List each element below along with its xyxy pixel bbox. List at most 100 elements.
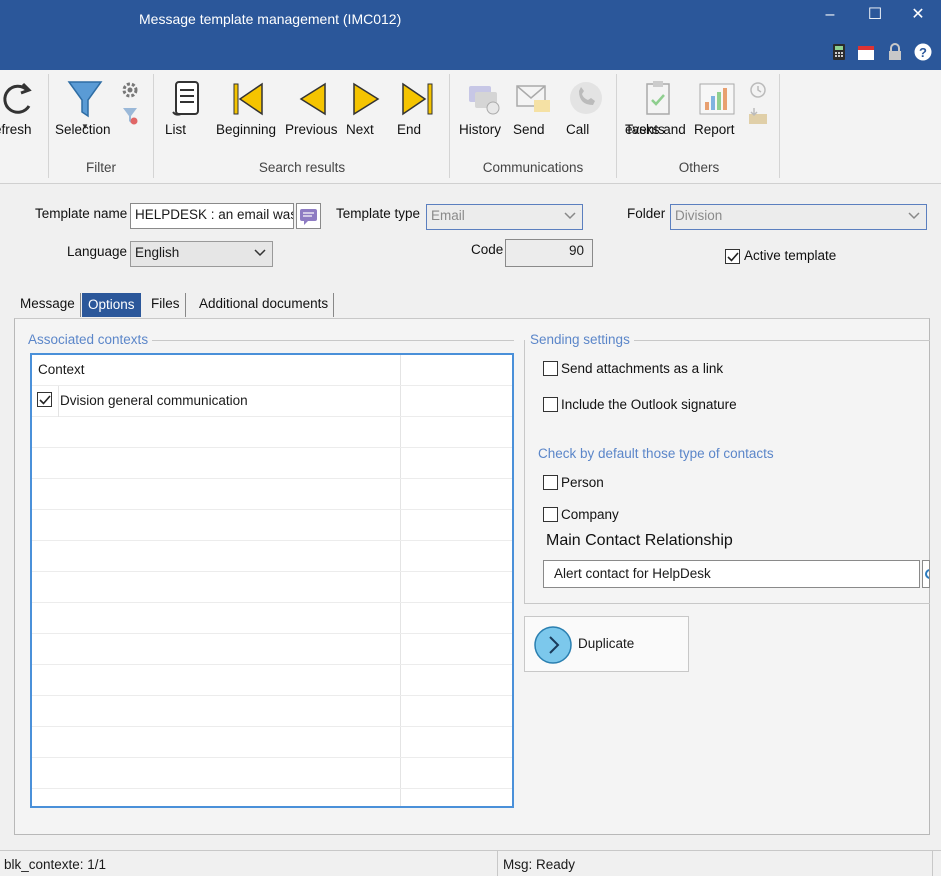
code-label: Code xyxy=(471,242,504,257)
others-group-label: Others xyxy=(678,160,720,175)
bar-chart-icon xyxy=(699,83,735,115)
table-row[interactable] xyxy=(32,758,512,789)
table-row[interactable] xyxy=(32,417,512,448)
envelope-icon xyxy=(516,85,550,112)
call-button[interactable]: Call xyxy=(566,76,606,137)
ribbon-separator xyxy=(153,74,154,178)
chevron-circle-right-icon xyxy=(534,626,572,664)
phone-icon xyxy=(570,82,602,114)
chevron-down-icon xyxy=(254,249,266,257)
selection-button[interactable]: Selection ▼ xyxy=(55,76,115,137)
active-template-checkbox[interactable] xyxy=(725,249,740,264)
previous-button[interactable]: Previous xyxy=(285,76,339,137)
calendar-icon[interactable] xyxy=(857,43,875,61)
table-row[interactable] xyxy=(32,479,512,510)
send-button[interactable]: Send xyxy=(513,76,555,137)
calculator-icon[interactable] xyxy=(830,43,848,61)
include-outlook-signature-checkbox[interactable] xyxy=(543,397,558,412)
translate-button[interactable] xyxy=(296,203,321,229)
folder-label: Folder xyxy=(627,206,666,221)
language-select[interactable]: English xyxy=(130,241,273,267)
filter-group-label: Filter xyxy=(86,160,116,175)
status-right: Msg: Ready xyxy=(503,857,576,872)
table-row[interactable] xyxy=(32,727,512,758)
table-row[interactable] xyxy=(32,603,512,634)
main-contact-relationship-label: Main Contact Relationship xyxy=(546,532,733,549)
send-attachments-link-checkbox[interactable] xyxy=(543,361,558,376)
table-row[interactable] xyxy=(32,634,512,665)
arrow-right-icon xyxy=(353,82,380,116)
history-button[interactable]: History xyxy=(459,76,507,137)
search-results-group-label: Search results xyxy=(258,160,346,175)
gear-icon[interactable] xyxy=(120,80,140,100)
end-button[interactable]: End xyxy=(397,76,439,137)
person-checkbox[interactable] xyxy=(543,475,558,490)
tasks-events-button[interactable]: Tasks and events xyxy=(625,76,691,137)
checkmark-icon xyxy=(39,395,51,405)
table-row[interactable] xyxy=(32,572,512,603)
inbox-tray-icon[interactable] xyxy=(747,106,769,126)
window-title: Message template management (IMC012) xyxy=(139,11,402,27)
folder-select[interactable]: Division xyxy=(670,204,927,230)
table-row[interactable] xyxy=(32,696,512,727)
send-attachments-link-label: Send attachments as a link xyxy=(561,361,724,376)
language-value: English xyxy=(135,245,180,260)
maximize-button[interactable]: ☐ xyxy=(860,4,890,26)
tab-files[interactable]: Files xyxy=(146,293,186,317)
active-template-label: Active template xyxy=(744,248,837,263)
status-divider xyxy=(497,851,498,876)
default-contacts-title: Check by default those type of contacts xyxy=(538,446,774,461)
table-row[interactable] xyxy=(32,510,512,541)
table-row[interactable] xyxy=(32,448,512,479)
funnel-icon xyxy=(67,81,103,118)
beginning-button[interactable]: Beginning xyxy=(216,76,280,137)
main-contact-lookup-button[interactable] xyxy=(922,560,930,588)
report-button[interactable]: Report xyxy=(694,76,740,137)
company-checkbox[interactable] xyxy=(543,507,558,522)
include-outlook-signature-label: Include the Outlook signature xyxy=(561,397,737,412)
duplicate-button[interactable]: Duplicate xyxy=(524,616,689,672)
context-row-checkbox[interactable] xyxy=(37,392,52,407)
tab-additional-documents[interactable]: Additional documents xyxy=(194,293,335,317)
template-name-input[interactable]: HELPDESK : an email was p xyxy=(130,203,294,229)
template-type-value: Email xyxy=(431,208,465,223)
table-row[interactable]: Dvision general communication xyxy=(32,386,512,417)
next-button[interactable]: Next xyxy=(346,76,386,137)
grid-header-row: Context xyxy=(32,355,512,386)
search-icon xyxy=(925,569,929,579)
template-type-select[interactable]: Email xyxy=(426,204,583,230)
chevron-down-icon xyxy=(564,212,576,220)
status-left: blk_contexte: 1/1 xyxy=(4,857,107,872)
code-field[interactable]: 90 xyxy=(505,239,593,267)
duplicate-label: Duplicate xyxy=(578,636,635,651)
communications-group-label: Communications xyxy=(482,160,584,175)
main-contact-relationship-input[interactable]: Alert contact for HelpDesk xyxy=(543,560,920,588)
table-row[interactable] xyxy=(32,541,512,572)
section-divider xyxy=(632,340,930,341)
clear-filter-icon[interactable] xyxy=(121,106,139,126)
ribbon-separator xyxy=(616,74,617,178)
status-bar: blk_contexte: 1/1 Msg: Ready xyxy=(0,850,941,876)
associated-contexts-title: Associated contexts xyxy=(28,332,153,347)
refresh-button[interactable]: efresh xyxy=(0,76,40,137)
minimize-button[interactable]: – xyxy=(815,4,845,26)
lock-icon[interactable] xyxy=(886,43,904,61)
ribbon-separator xyxy=(449,74,450,178)
company-label: Company xyxy=(561,507,619,522)
checkmark-icon xyxy=(727,252,739,262)
template-type-label: Template type xyxy=(336,206,421,221)
template-name-label: Template name xyxy=(35,206,128,221)
help-icon[interactable]: ? xyxy=(914,43,932,61)
close-button[interactable]: ✕ xyxy=(903,4,933,26)
contexts-grid[interactable]: Context Dvision general communication xyxy=(30,353,514,808)
history-icon xyxy=(469,86,500,115)
tab-options[interactable]: Options xyxy=(82,293,141,317)
list-button[interactable]: List xyxy=(165,76,209,137)
table-row[interactable] xyxy=(32,665,512,696)
scroll-list-icon xyxy=(172,81,199,116)
clock-history-icon[interactable] xyxy=(748,80,768,100)
context-row-label: Dvision general communication xyxy=(60,393,248,408)
arrow-left-icon xyxy=(299,82,326,116)
tab-message[interactable]: Message xyxy=(15,293,81,317)
clipboard-check-icon xyxy=(646,81,670,115)
